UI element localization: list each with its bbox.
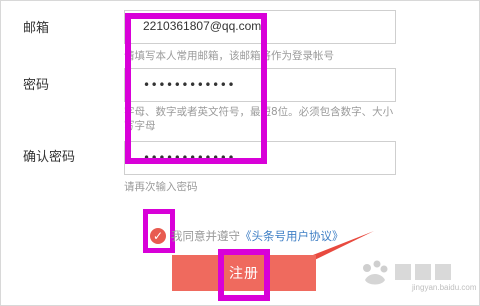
- agreement-prefix: 我同意并遵守: [171, 229, 240, 243]
- button-highlight-box: [218, 249, 270, 301]
- confirm-password-label: 确认密码: [23, 150, 76, 165]
- email-label: 邮箱: [23, 21, 50, 36]
- field-highlight-box: [125, 13, 267, 164]
- watermark-url: jingyan.baidu.com: [412, 283, 477, 292]
- password-label: 密码: [23, 78, 50, 93]
- confirm-password-hint: 请再次输入密码: [124, 181, 198, 193]
